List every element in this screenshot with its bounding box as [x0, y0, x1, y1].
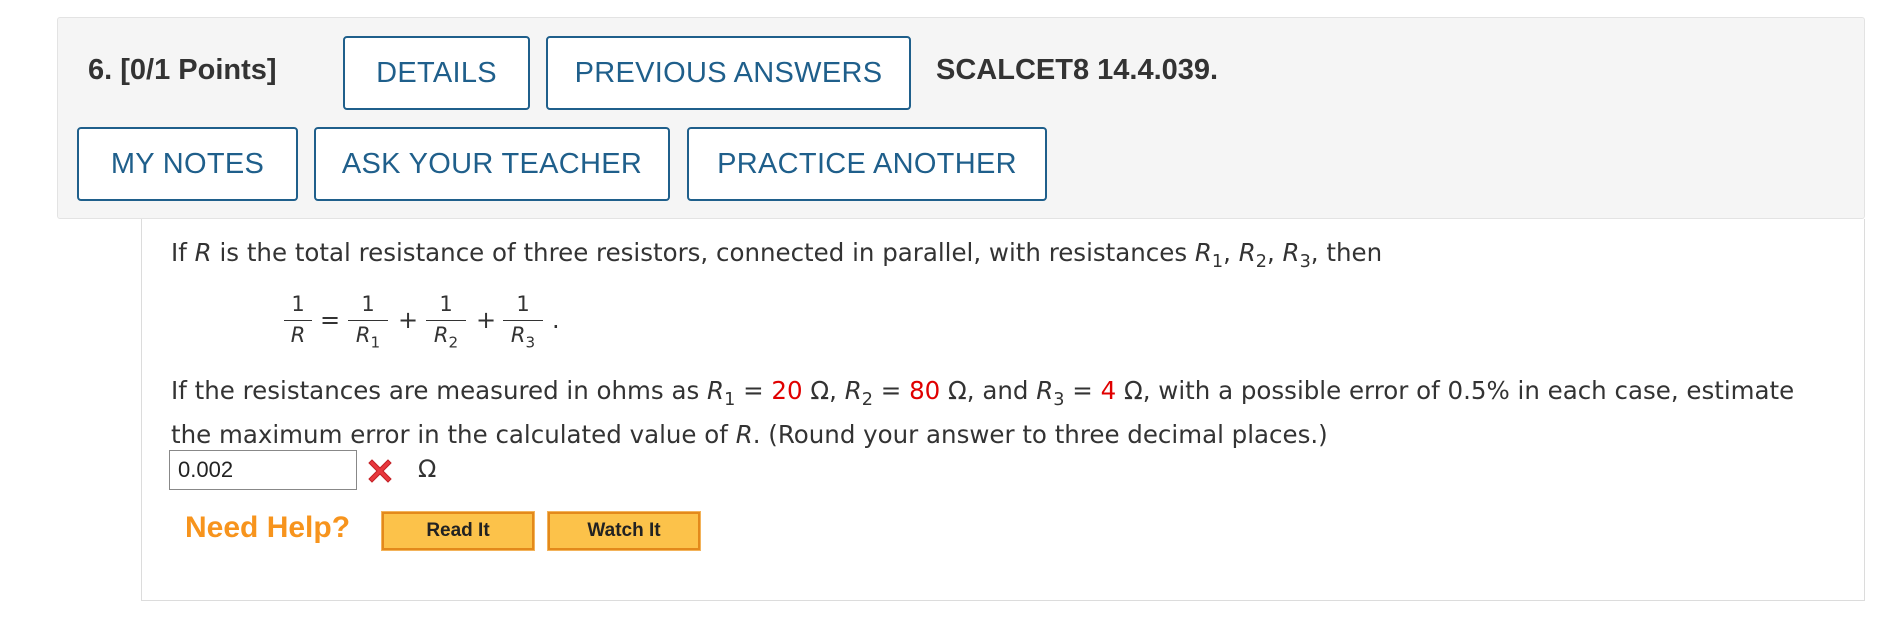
- r2-value: 80: [909, 376, 941, 405]
- fraction-1-over-r1: 1 R1: [348, 292, 388, 351]
- plus-sign: +: [476, 306, 497, 334]
- question-number: 6.: [88, 54, 113, 86]
- ask-your-teacher-button[interactable]: ASK YOUR TEACHER: [314, 127, 670, 201]
- practice-another-button[interactable]: PRACTICE ANOTHER: [687, 127, 1047, 201]
- watch-it-button[interactable]: Watch It: [547, 511, 701, 551]
- fraction-1-over-r2: 1 R2: [426, 292, 466, 351]
- my-notes-button[interactable]: MY NOTES: [77, 127, 298, 201]
- need-help-label: Need Help?: [185, 511, 351, 544]
- details-button[interactable]: DETAILS: [343, 36, 530, 110]
- question-instructions: the maximum error in the calculated valu…: [171, 420, 1328, 449]
- r3-value: 4: [1100, 376, 1117, 405]
- fraction-1-over-r3: 1 R3: [503, 292, 543, 351]
- question-points: [0/1 Points]: [120, 54, 277, 86]
- question-measurements: If the resistances are measured in ohms …: [171, 376, 1795, 411]
- question-intro: If R is the total resistance of three re…: [171, 238, 1383, 273]
- answer-input[interactable]: 0.002: [169, 450, 357, 490]
- problem-id: SCALCET8 14.4.039.: [936, 54, 1219, 86]
- read-it-button[interactable]: Read It: [381, 511, 535, 551]
- plus-sign: +: [398, 306, 419, 334]
- formula-period: .: [552, 306, 560, 334]
- incorrect-x-icon: [368, 459, 392, 483]
- equals-sign: =: [320, 306, 341, 334]
- question-number-points: 6. [0/1 Points]: [88, 54, 277, 87]
- previous-answers-button[interactable]: PREVIOUS ANSWERS: [546, 36, 911, 110]
- r1-value: 20: [771, 376, 803, 405]
- answer-unit: Ω: [418, 455, 437, 483]
- fraction-1-over-r: 1 R: [284, 292, 312, 347]
